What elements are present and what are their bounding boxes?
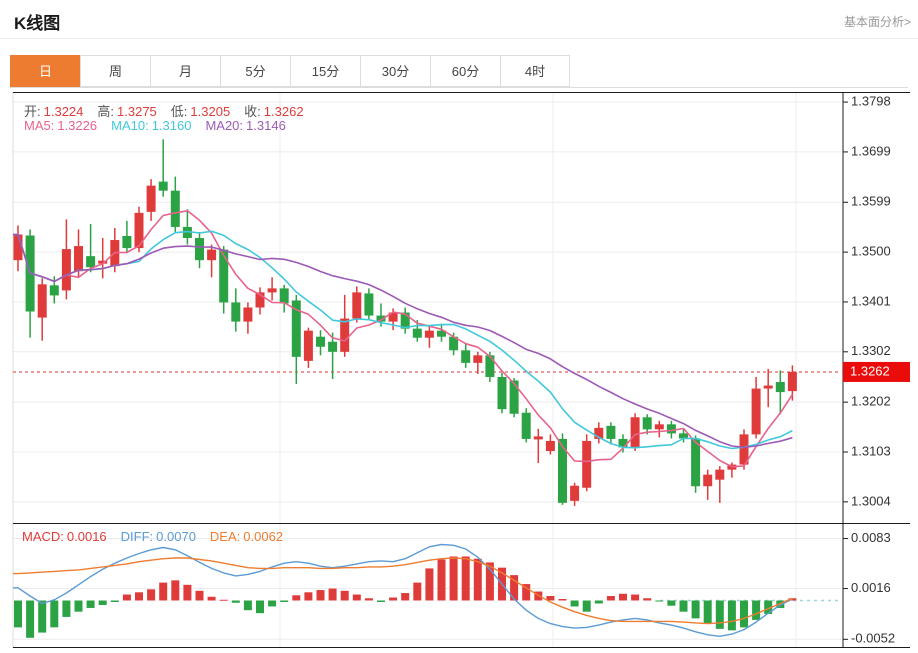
interval-tabs: 日周月5分15分30分60分4时 — [10, 55, 908, 88]
legend-value-2: 1.3146 — [246, 118, 286, 133]
price-axis-label: 1.3004 — [851, 493, 891, 508]
macd-axis-label: 0.0083 — [851, 530, 891, 545]
macd-axis-label: -0.0052 — [851, 631, 895, 646]
price-axis-label: 1.3302 — [851, 343, 891, 358]
legend-value-3: 1.3262 — [264, 104, 304, 119]
current-price-badge: 1.3262 — [843, 362, 910, 382]
legend-value-1: 0.0070 — [156, 529, 196, 544]
legend-label-1: MA10: — [111, 118, 149, 133]
legend-label-0: MA5: — [24, 118, 54, 133]
tab-月[interactable]: 月 — [150, 55, 220, 87]
tab-5分[interactable]: 5分 — [220, 55, 290, 87]
kline-page: K线图 基本面分析> 日周月5分15分30分60分4时 1.3798 1.3699… — [0, 0, 918, 653]
price-axis-label: 1.3103 — [851, 443, 891, 458]
legend-value-1: 1.3275 — [117, 104, 157, 119]
tab-日[interactable]: 日 — [10, 55, 80, 87]
macd-legend: MACD:0.0016 DIFF:0.0070 DEA:0.0062 — [22, 529, 297, 544]
legend-label-2: DEA: — [210, 529, 240, 544]
tab-15分[interactable]: 15分 — [290, 55, 360, 87]
ma-legend: MA5:1.3226 MA10:1.3160 MA20:1.3146 — [24, 118, 300, 133]
tab-周[interactable]: 周 — [80, 55, 150, 87]
candles — [14, 139, 797, 506]
legend-value-1: 1.3160 — [152, 118, 192, 133]
title-divider — [0, 38, 918, 39]
price-axis-label: 1.3699 — [851, 143, 891, 158]
legend-label-0: MACD: — [22, 529, 64, 544]
tab-60分[interactable]: 60分 — [430, 55, 500, 87]
price-axis-label: 1.3798 — [851, 94, 891, 109]
price-axis-label: 1.3599 — [851, 194, 891, 209]
legend-value-0: 1.3226 — [57, 118, 97, 133]
fundamental-analysis-link[interactable]: 基本面分析> — [844, 13, 911, 30]
ohlc-label-0: 开: — [24, 104, 41, 119]
legend-value-0: 1.3224 — [44, 104, 84, 119]
legend-label-2: MA20: — [205, 118, 243, 133]
tab-30分[interactable]: 30分 — [360, 55, 430, 87]
macd-histogram — [14, 556, 796, 637]
kline-chart[interactable]: 1.3798 1.3699 1.3599 1.3500 1.3401 1.3302 1.32… — [0, 92, 918, 653]
ohlc-label-3: 收: — [244, 104, 261, 119]
macd-axis-label: 0.0016 — [851, 580, 891, 595]
legend-label-1: DIFF: — [121, 529, 154, 544]
price-axis-label: 1.3401 — [851, 293, 891, 308]
legend-value-0: 0.0016 — [67, 529, 107, 544]
tab-4时[interactable]: 4时 — [500, 55, 570, 87]
ohlc-label-2: 低: — [171, 104, 188, 119]
svg-text:1.3262: 1.3262 — [850, 363, 890, 378]
legend-value-2: 1.3205 — [190, 104, 230, 119]
price-axis-label: 1.3202 — [851, 394, 891, 409]
ohlc-label-1: 高: — [97, 104, 114, 119]
chart-frame — [13, 92, 910, 648]
price-axis-label: 1.3500 — [851, 244, 891, 259]
diff-line — [13, 545, 792, 637]
gridlines — [13, 92, 841, 648]
dea-line — [13, 558, 792, 624]
legend-value-2: 0.0062 — [243, 529, 283, 544]
page-title: K线图 — [14, 9, 60, 34]
